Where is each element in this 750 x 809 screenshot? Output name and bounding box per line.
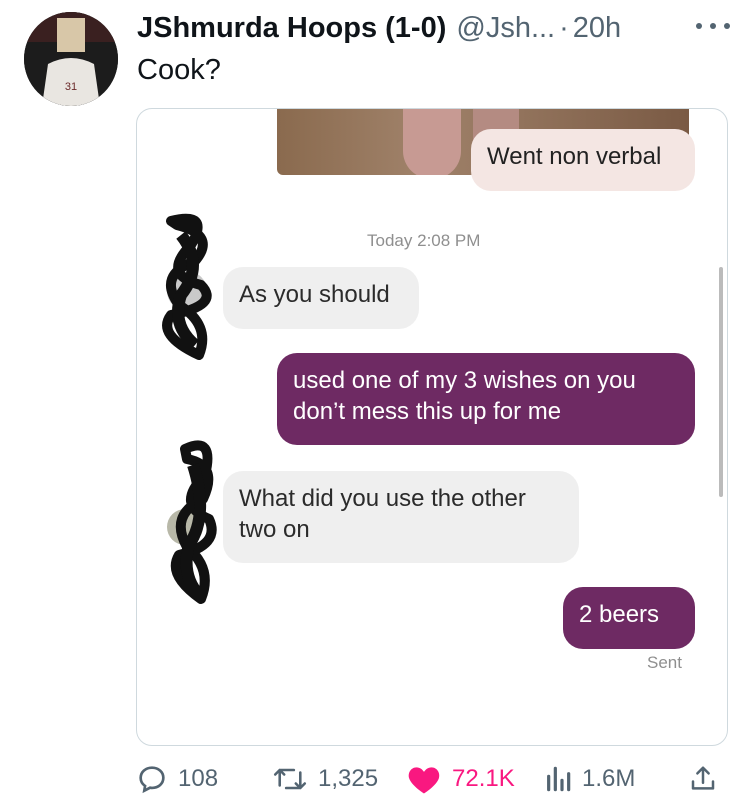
tweet-media[interactable]: Went non verbal Today 2:08 PM As you sho… [136, 108, 728, 746]
share-button[interactable] [688, 756, 728, 802]
message-status: Sent [647, 653, 682, 672]
reply-count: 108 [178, 765, 219, 792]
like-button[interactable]: 72.1K [406, 756, 515, 802]
tweet-header: JShmurda Hoops (1-0) @Jsh... · 20h [137, 6, 730, 50]
separator-dot: · [559, 11, 569, 44]
views-count: 1.6M [582, 765, 636, 792]
more-options-icon[interactable] [696, 14, 730, 38]
repost-count: 1,325 [318, 765, 379, 792]
message-bubble-outgoing: 2 beers [563, 587, 695, 649]
message-bubble-incoming: What did you use the other two on [223, 471, 579, 563]
repost-icon [273, 768, 307, 790]
avatar-jersey-number: 31 [65, 81, 77, 93]
tweet-text: Cook? [137, 54, 221, 86]
avatar[interactable]: 31 [24, 12, 118, 106]
timestamp-time: 2:08 PM [417, 231, 481, 250]
message-bubble-outgoing: used one of my 3 wishes on you don’t mes… [277, 353, 695, 445]
message-bubble-outgoing: Went non verbal [471, 129, 695, 191]
repost-button[interactable]: 1,325 [272, 756, 378, 802]
reply-button[interactable]: 108 [136, 756, 218, 802]
tweet-actions: 108 1,325 72.1K 1.6M [0, 756, 750, 802]
like-count: 72.1K [452, 765, 515, 792]
chat-scrollbar[interactable] [719, 267, 723, 497]
message-bubble-incoming: As you should [223, 267, 419, 329]
author-handle[interactable]: @Jsh... [456, 12, 555, 45]
views-button[interactable]: 1.6M [544, 756, 635, 802]
share-icon [691, 766, 715, 790]
timestamp-label: Today [367, 231, 413, 250]
message-timestamp: Today 2:08 PM [367, 231, 480, 251]
heart-icon [408, 767, 440, 794]
reply-icon [139, 766, 165, 794]
redacted-avatar-scribble [167, 440, 217, 604]
views-icon [547, 766, 571, 792]
redacted-avatar-scribble [162, 213, 212, 360]
avatar-image: 31 [24, 12, 118, 106]
tweet-time[interactable]: 20h [573, 12, 621, 45]
author-name[interactable]: JShmurda Hoops (1-0) [137, 12, 446, 45]
